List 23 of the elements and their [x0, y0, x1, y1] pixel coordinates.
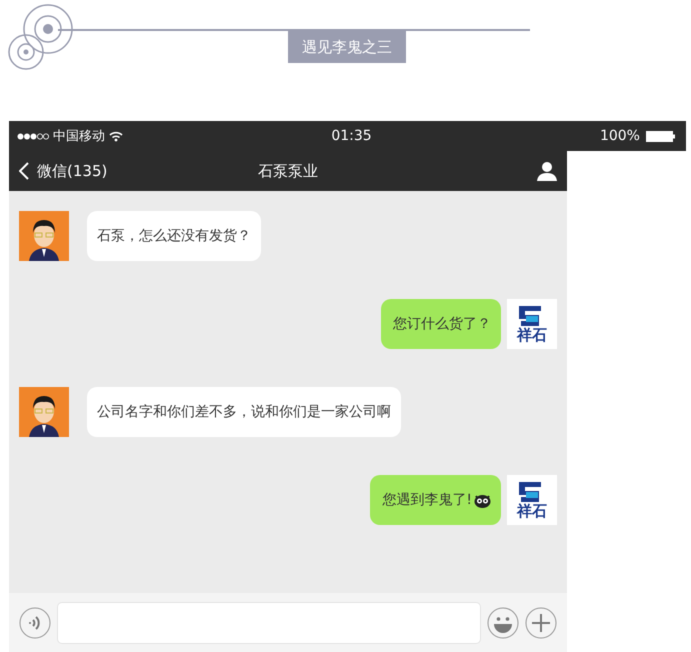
- battery-icon: [646, 130, 676, 142]
- message-input[interactable]: [57, 602, 481, 644]
- avatar-drawing: [19, 387, 69, 437]
- signal-icon: [17, 132, 49, 140]
- message-text: 石泵，怎么还没有发货？: [97, 227, 251, 245]
- person-icon[interactable]: [537, 161, 557, 181]
- chevron-left-icon: [19, 162, 29, 180]
- back-button[interactable]: 微信(135): [19, 162, 108, 180]
- message-text: 您订什么货了？: [393, 315, 491, 333]
- banner-title: 遇见李鬼之三: [288, 31, 406, 63]
- logo-text: 祥石: [517, 503, 547, 519]
- message-text: 您遇到李鬼了!: [382, 491, 472, 509]
- wifi-icon: [109, 130, 123, 142]
- voice-icon[interactable]: [19, 607, 51, 639]
- carrier-name: 中国移动: [53, 128, 105, 145]
- emoji-icon[interactable]: [487, 607, 519, 639]
- message-text: 公司名字和你们差不多，说和你们是一家公司啊: [97, 403, 391, 421]
- clock: 01:35: [331, 128, 372, 144]
- chat-title: 石泵泵业: [257, 162, 319, 180]
- avatar-drawing: [19, 211, 69, 261]
- add-icon[interactable]: [525, 607, 557, 639]
- logo-text: 祥石: [517, 327, 547, 343]
- battery-percent: 100%: [600, 128, 640, 144]
